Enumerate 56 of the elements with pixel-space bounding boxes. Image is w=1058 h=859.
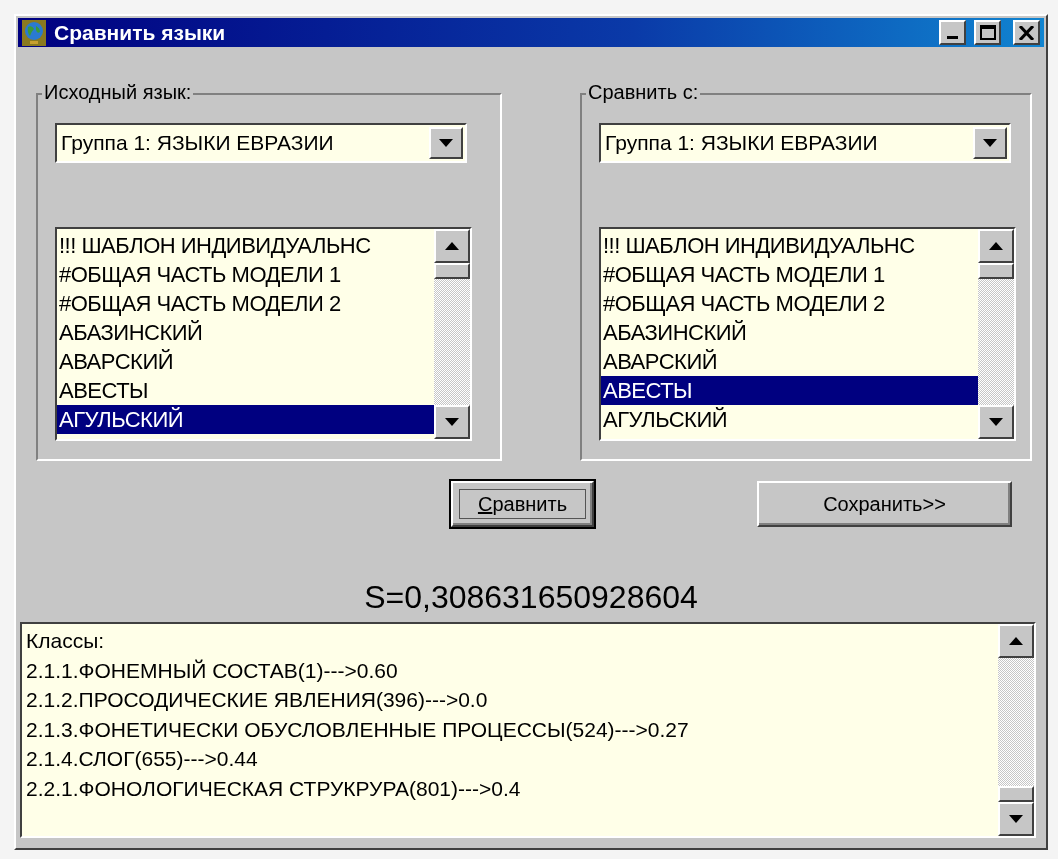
dropdown-button[interactable]	[973, 127, 1007, 159]
scroll-thumb[interactable]	[978, 263, 1014, 279]
scroll-up-button[interactable]	[434, 229, 470, 263]
down-arrow-icon	[1009, 815, 1023, 823]
scrollbar[interactable]	[978, 229, 1014, 439]
list-item[interactable]: #ОБЩАЯ ЧАСТЬ МОДЕЛИ 2	[601, 289, 978, 318]
scrollbar[interactable]	[434, 229, 470, 439]
result-line: 2.1.4.СЛОГ(655)--->0.44	[26, 746, 259, 772]
list-item[interactable]: АГУЛЬСКИЙ	[57, 405, 434, 434]
action-button[interactable]: Сохранить>>	[757, 481, 1012, 527]
minimize-icon	[947, 36, 958, 39]
scroll-thumb[interactable]	[998, 786, 1034, 802]
window-title: Сравнить языки	[54, 20, 227, 45]
scroll-up-button[interactable]	[978, 229, 1014, 263]
scroll-down-button[interactable]	[978, 405, 1014, 439]
list-item[interactable]: АВЕСТЫ	[57, 376, 434, 405]
globe-icon	[22, 19, 46, 46]
up-arrow-icon	[989, 242, 1003, 250]
maximize-button[interactable]	[974, 20, 1001, 45]
list-item[interactable]: АГУЛЬСКИЙ	[601, 405, 978, 434]
down-arrow-icon	[983, 139, 997, 147]
result-line: 2.2.1.ФОНОЛОГИЧЕСКАЯ СТРУКРУРА(801)--->0.4	[26, 775, 522, 802]
list-item[interactable]: АВАРСКИЙ	[57, 347, 434, 376]
language-dropdown[interactable]: Группа 1: ЯЗЫКИ ЕВРАЗИИ	[599, 123, 1011, 163]
list-item[interactable]: !!! ШАБЛОН ИНДИВИДУАЛЬНС	[601, 231, 978, 260]
close-icon	[1019, 25, 1034, 40]
down-arrow-icon	[439, 139, 453, 147]
scroll-thumb[interactable]	[434, 263, 470, 279]
down-arrow-icon	[989, 418, 1003, 426]
result-line: 2.1.2.ПРОСОДИЧЕСКИЕ ЯВЛЕНИЯ(396)--->0.0	[26, 687, 489, 713]
scroll-down-button[interactable]	[998, 802, 1034, 836]
scrollbar[interactable]	[998, 624, 1034, 836]
group-label: Исходный язык:	[42, 81, 194, 104]
list-item[interactable]: АВАРСКИЙ	[601, 347, 978, 376]
list-item[interactable]: #ОБЩАЯ ЧАСТЬ МОДЕЛИ 2	[57, 289, 434, 318]
close-button[interactable]	[1013, 20, 1040, 45]
result-line: 2.1.3.ФОНЕТИЧЕСКИ ОБУСЛОВЛЕННЫЕ ПРОЦЕССЫ(524)--->0.27	[26, 716, 690, 743]
list-item[interactable]: АБАЗИНСКИЙ	[57, 318, 434, 347]
list-item[interactable]: АВЕСТЫ	[601, 376, 978, 405]
minimize-button[interactable]	[939, 20, 966, 45]
up-arrow-icon	[445, 242, 459, 250]
list-item[interactable]: #ОБЩАЯ ЧАСТЬ МОДЕЛИ 1	[57, 260, 434, 289]
language-dropdown[interactable]: Группа 1: ЯЗЫКИ ЕВРАЗИИ	[55, 123, 467, 163]
scroll-up-button[interactable]	[998, 624, 1034, 658]
similarity-score: S=0,308631650928604	[364, 579, 698, 616]
result-line: 2.1.1.ФОНЕМНЫЙ СОСТАВ(1)--->0.60	[26, 657, 399, 684]
list-item[interactable]: !!! ШАБЛОН ИНДИВИДУАЛЬНС	[57, 231, 434, 260]
list-item[interactable]: #ОБЩАЯ ЧАСТЬ МОДЕЛИ 1	[601, 260, 978, 289]
dropdown-button[interactable]	[429, 127, 463, 159]
scroll-down-button[interactable]	[434, 405, 470, 439]
action-button[interactable]: Сравнить	[451, 481, 594, 527]
maximize-icon	[979, 25, 996, 40]
up-arrow-icon	[1009, 637, 1023, 645]
down-arrow-icon	[445, 418, 459, 426]
result-line: Классы:	[26, 628, 106, 654]
list-item[interactable]: АБАЗИНСКИЙ	[601, 318, 978, 347]
